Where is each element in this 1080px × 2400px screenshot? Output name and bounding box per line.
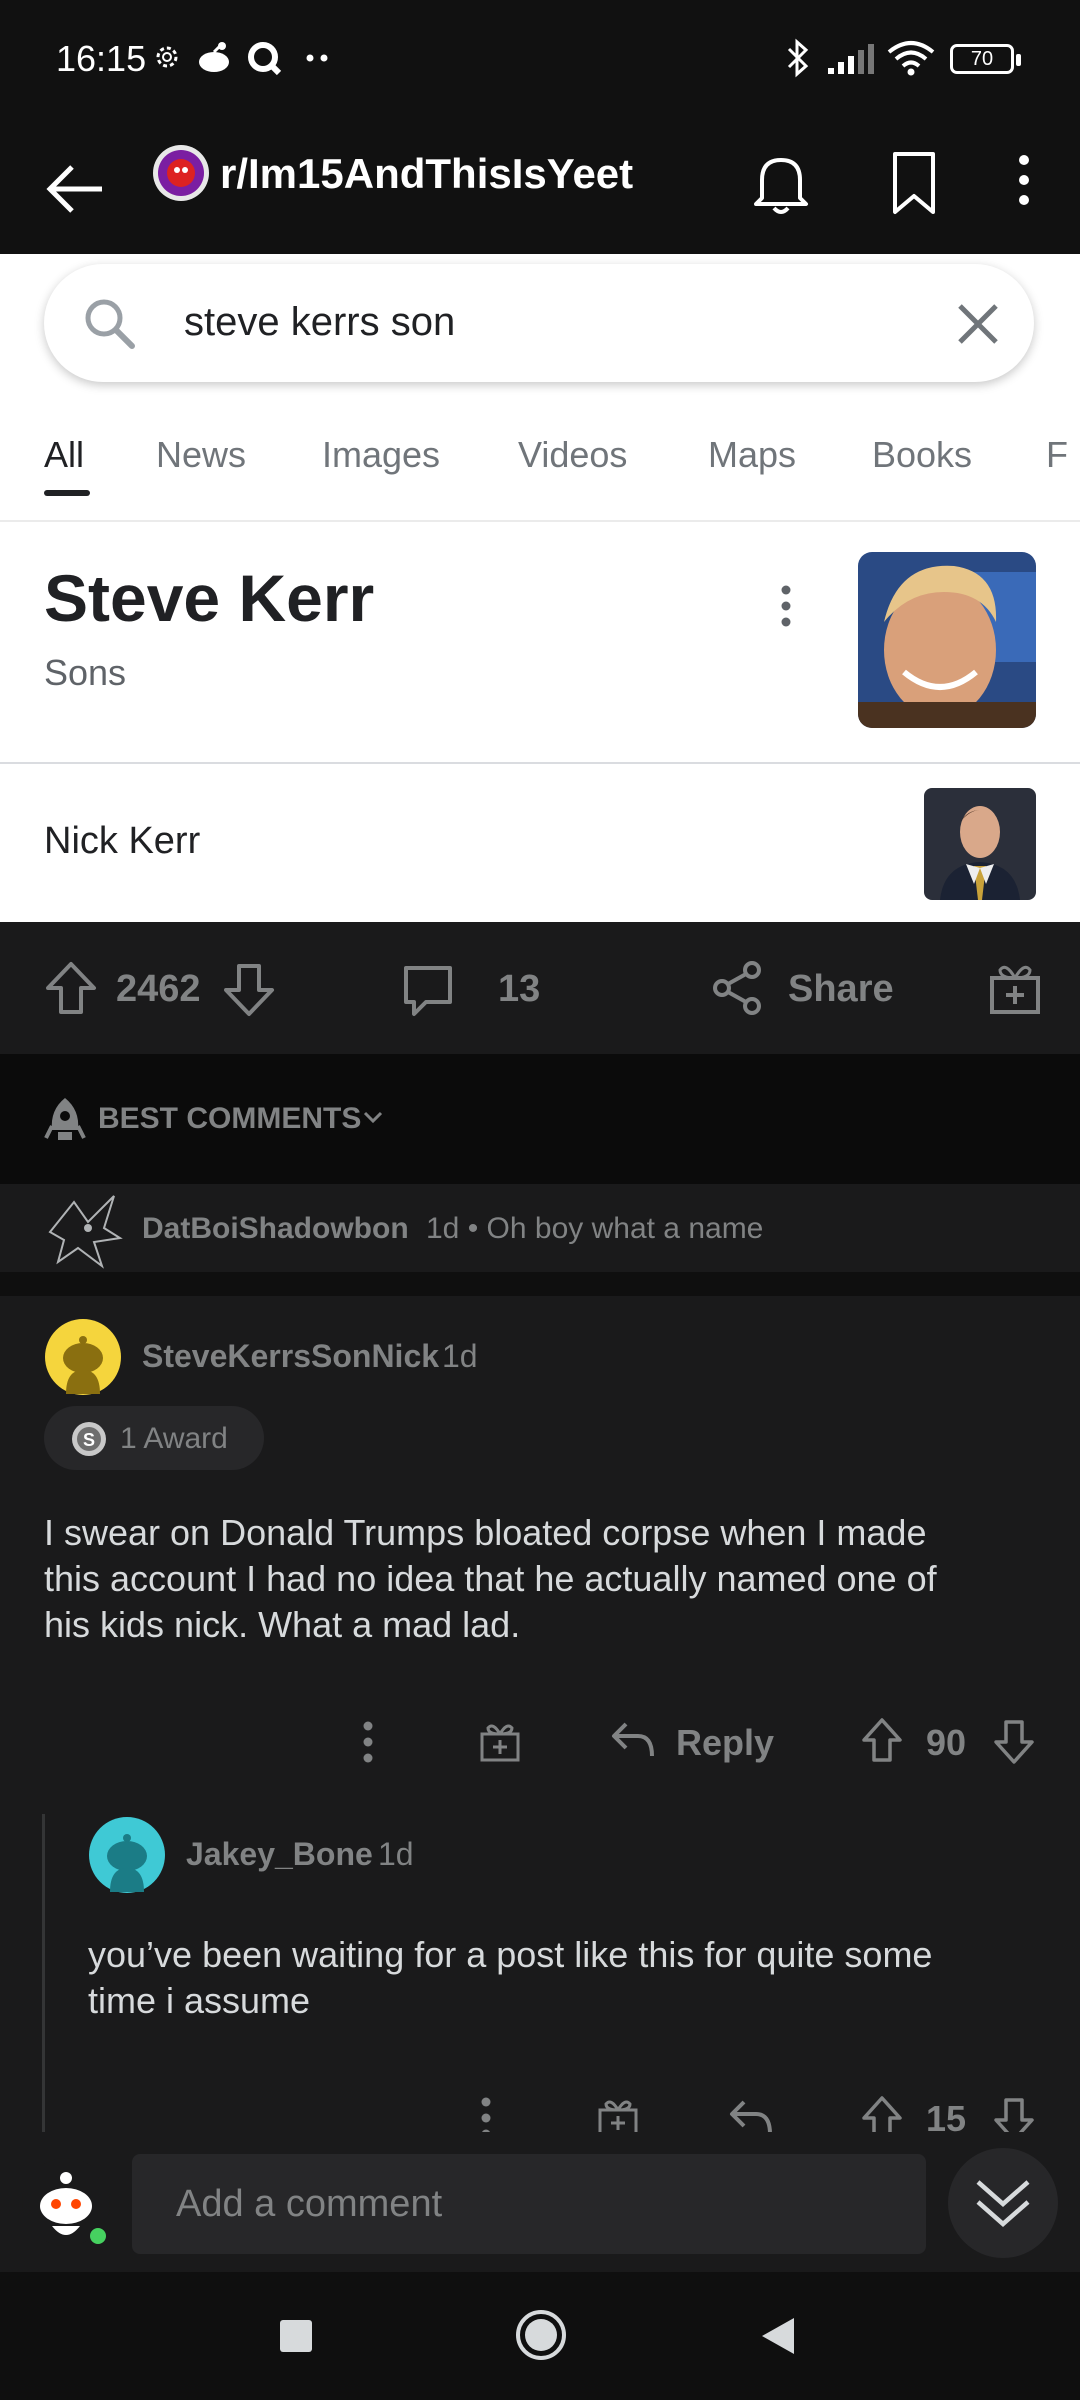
- wifi-icon: [886, 40, 936, 76]
- rocket-icon: [44, 1096, 86, 1142]
- comment-time: 1d: [442, 1338, 478, 1374]
- share-button[interactable]: Share: [788, 968, 894, 1011]
- upvote-icon[interactable]: [44, 960, 98, 1016]
- search-query: steve kerrs son: [184, 300, 456, 344]
- divider: [0, 762, 1080, 764]
- steve-kerr-photo: [858, 552, 1036, 728]
- bluetooth-icon: [786, 38, 810, 78]
- close-icon: [956, 302, 1000, 346]
- reddit-notification-icon: [196, 40, 232, 74]
- recents-button-icon[interactable]: [278, 2318, 314, 2354]
- more-notifications-icon: [306, 54, 332, 62]
- collapsed-comment[interactable]: DatBoiShadowbon 1d • Oh boy what a name: [0, 1184, 1080, 1272]
- tab-images: Images: [322, 434, 441, 475]
- comment-score: 90: [926, 1722, 967, 1763]
- svg-text:S: S: [83, 1430, 95, 1450]
- tab-videos: Videos: [518, 434, 628, 475]
- subreddit-avatar[interactable]: [152, 144, 210, 202]
- post-score: 2462: [116, 968, 201, 1010]
- home-button-icon[interactable]: [514, 2308, 568, 2362]
- user-avatar[interactable]: [20, 2156, 112, 2248]
- comment-username[interactable]: DatBoiShadowbon: [142, 1212, 409, 1246]
- sort-label[interactable]: BEST COMMENTS: [98, 1102, 361, 1136]
- thread-line[interactable]: [42, 1814, 45, 2156]
- reply-line: time i assume: [88, 1980, 311, 2021]
- comment-preview: 1d • Oh boy what a name: [426, 1212, 764, 1245]
- reply-button[interactable]: Reply: [676, 1722, 774, 1764]
- reply-time: 1d: [378, 1836, 414, 1872]
- award-gift-icon[interactable]: [988, 960, 1042, 1016]
- double-chevron-down-icon: [974, 2176, 1032, 2230]
- bell-icon[interactable]: [752, 150, 810, 216]
- more-options-icon[interactable]: [1014, 150, 1034, 210]
- status-bar: 16:15 70: [0, 0, 1080, 120]
- reply-line: you’ve been waiting for a post like this…: [88, 1934, 933, 1975]
- tab-indicator: [44, 490, 90, 496]
- reply-username[interactable]: Jakey_Bone: [186, 1836, 373, 1873]
- post-image[interactable]: steve kerrs son All News Images Videos M…: [0, 254, 1080, 922]
- search-icon: [82, 296, 138, 352]
- collapse-threads-button[interactable]: [948, 2148, 1058, 2258]
- status-time: 16:15: [56, 38, 147, 79]
- downvote-icon[interactable]: [222, 962, 276, 1018]
- kebab-menu-icon: [776, 584, 796, 628]
- knowledge-panel-subtitle: Sons: [44, 652, 127, 693]
- award-badge[interactable]: S 1 Award: [44, 1406, 264, 1470]
- app-header: r/Im15AndThisIsYeet: [0, 120, 1080, 254]
- gear-icon: [150, 40, 184, 74]
- tab-more: F: [1046, 434, 1068, 475]
- award-gift-icon[interactable]: [478, 1720, 522, 1764]
- user-avatar[interactable]: [44, 1318, 122, 1396]
- user-avatar[interactable]: [88, 1816, 166, 1894]
- add-comment-input[interactable]: [132, 2154, 926, 2254]
- tab-maps: Maps: [708, 434, 797, 475]
- nick-kerr-photo: [924, 788, 1036, 900]
- comment-username[interactable]: SteveKerrsSonNick: [142, 1338, 439, 1375]
- divider: [0, 520, 1080, 522]
- award-count: 1 Award: [120, 1422, 228, 1455]
- downvote-icon[interactable]: [992, 1718, 1036, 1766]
- comment-icon[interactable]: [400, 962, 456, 1018]
- silver-award-icon: S: [70, 1420, 108, 1458]
- reply-icon[interactable]: [610, 1720, 656, 1760]
- user-avatar: [44, 1192, 124, 1270]
- signal-icon: [826, 42, 876, 76]
- comment-thread: SteveKerrsSonNick 1d S 1 Award I swear o…: [0, 1296, 1080, 2156]
- comment-body: I swear on Donald Trumps bloated corpse …: [44, 1510, 1044, 1648]
- son-name: Nick Kerr: [44, 820, 201, 862]
- knowledge-panel-title: Steve Kerr: [44, 561, 375, 635]
- tab-all: All: [44, 434, 85, 475]
- comment-line: his kids nick. What a mad lad.: [44, 1604, 521, 1645]
- search-notification-icon: [246, 40, 282, 76]
- search-box: steve kerrs son: [44, 264, 1034, 382]
- reply-body: you’ve been waiting for a post like this…: [88, 1932, 1048, 2024]
- comment-more-icon[interactable]: [358, 1720, 378, 1764]
- comment-line: I swear on Donald Trumps bloated corpse …: [44, 1512, 927, 1553]
- comment-sort-bar[interactable]: BEST COMMENTS: [0, 1054, 1080, 1184]
- comment-count[interactable]: 13: [498, 968, 540, 1011]
- comment-line: this account I had no idea that he actua…: [44, 1558, 937, 1599]
- back-arrow-icon[interactable]: [46, 164, 104, 214]
- bookmark-icon[interactable]: [890, 150, 938, 216]
- share-icon[interactable]: [710, 960, 764, 1016]
- battery-icon: 70: [950, 44, 1021, 74]
- tab-books: Books: [872, 434, 973, 475]
- subreddit-title[interactable]: r/Im15AndThisIsYeet: [220, 150, 633, 198]
- comment-composer: [0, 2132, 1080, 2272]
- chevron-down-icon[interactable]: [362, 1110, 384, 1124]
- system-nav-bar: [0, 2272, 1080, 2400]
- post-actions-bar: 2462 13 Share: [0, 922, 1080, 1054]
- back-button-icon[interactable]: [760, 2316, 796, 2356]
- tab-news: News: [156, 434, 247, 475]
- upvote-icon[interactable]: [860, 1716, 904, 1764]
